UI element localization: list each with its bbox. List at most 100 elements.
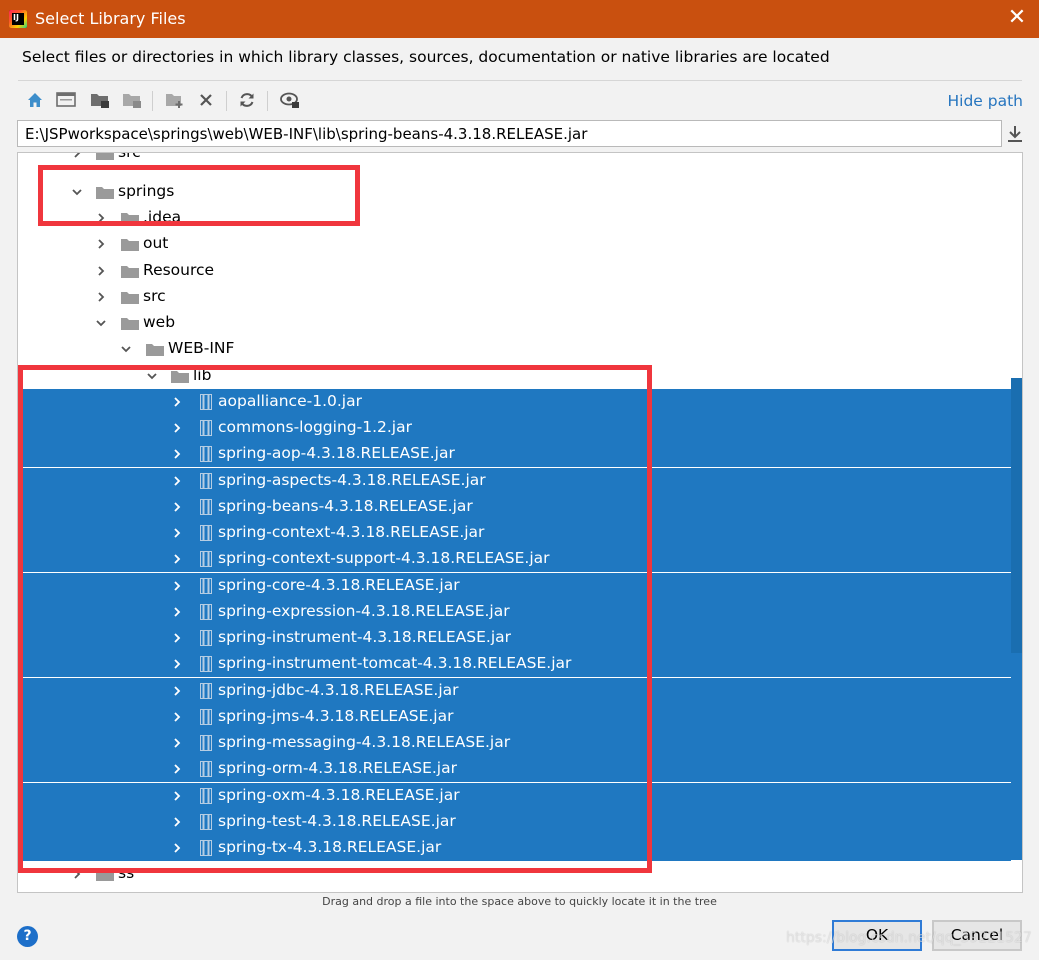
tree-item-label: spring-aop-4.3.18.RELEASE.jar (218, 444, 455, 462)
tree-row-src[interactable]: src (18, 284, 1011, 310)
tree-item-label: .idea (143, 208, 182, 226)
chevron-right-icon[interactable] (170, 552, 184, 566)
tree-item-label: aopalliance-1.0.jar (218, 392, 362, 410)
tree-item-label: spring-aspects-4.3.18.RELEASE.jar (218, 471, 486, 489)
folder-icon (121, 318, 139, 330)
tree-row-springs[interactable]: springs (18, 179, 1011, 205)
chevron-right-icon[interactable] (170, 447, 184, 461)
jar-archive-icon (200, 473, 212, 489)
chevron-right-icon[interactable] (170, 605, 184, 619)
tree-row[interactable]: src (18, 152, 1011, 166)
delete-icon[interactable] (195, 89, 217, 111)
tree-row-jar[interactable]: spring-jms-4.3.18.RELEASE.jar (18, 704, 1011, 730)
selection-extension (1011, 653, 1022, 860)
file-tree[interactable]: src springs .idea out Resource src web W… (17, 152, 1023, 893)
tree-row-jar[interactable]: spring-test-4.3.18.RELEASE.jar (18, 809, 1011, 835)
chevron-right-icon[interactable] (170, 526, 184, 540)
chevron-right-icon[interactable] (170, 395, 184, 409)
new-folder-icon[interactable] (164, 89, 186, 111)
tree-row-out[interactable]: out (18, 231, 1011, 257)
tree-row-jar[interactable]: spring-orm-4.3.18.RELEASE.jar (18, 756, 1011, 782)
chevron-down-icon[interactable] (94, 316, 108, 330)
chevron-right-icon[interactable] (170, 736, 184, 750)
tree-row-jar[interactable]: spring-oxm-4.3.18.RELEASE.jar (18, 783, 1011, 809)
chevron-right-icon[interactable] (170, 684, 184, 698)
chevron-right-icon[interactable] (94, 264, 108, 278)
folder-icon (96, 187, 114, 199)
chevron-right-icon[interactable] (170, 789, 184, 803)
tree-item-label: spring-jms-4.3.18.RELEASE.jar (218, 707, 454, 725)
jar-archive-icon (200, 814, 212, 830)
path-input[interactable] (18, 121, 1001, 146)
folder-icon (146, 344, 164, 356)
watermark: https://blog.csdn.net/qq_39221527 (786, 930, 1032, 946)
chevron-right-icon[interactable] (170, 631, 184, 645)
jar-archive-icon (200, 420, 212, 436)
tree-row[interactable]: ss (18, 861, 1011, 887)
tree-row-jar[interactable]: spring-jdbc-4.3.18.RELEASE.jar (18, 678, 1011, 704)
tree-row-jar[interactable]: spring-aop-4.3.18.RELEASE.jar (18, 441, 1011, 467)
module-folder-icon[interactable] (121, 89, 143, 111)
folder-icon (96, 153, 114, 160)
tree-item-label: spring-instrument-tomcat-4.3.18.RELEASE.… (218, 654, 572, 672)
chevron-down-icon[interactable] (119, 342, 133, 356)
tree-item-label: spring-messaging-4.3.18.RELEASE.jar (218, 733, 511, 751)
tree-row-webinf[interactable]: WEB-INF (18, 336, 1011, 362)
home-icon[interactable] (24, 89, 46, 111)
chevron-right-icon[interactable] (170, 841, 184, 855)
chevron-down-icon[interactable] (145, 369, 159, 383)
tree-item-label: springs (118, 182, 175, 200)
tree-row-web[interactable]: web (18, 310, 1011, 336)
tree-item-label: web (143, 313, 176, 331)
chevron-right-icon[interactable] (94, 211, 108, 225)
chevron-right-icon[interactable] (170, 421, 184, 435)
drag-drop-hint: Drag and drop a file into the space abov… (322, 895, 717, 908)
tree-item-label: spring-context-support-4.3.18.RELEASE.ja… (218, 549, 550, 567)
chevron-right-icon[interactable] (170, 710, 184, 724)
tree-item-label: src (143, 287, 166, 305)
tree-row-jar[interactable]: spring-expression-4.3.18.RELEASE.jar (18, 599, 1011, 625)
tree-row-idea[interactable]: .idea (18, 205, 1011, 231)
tree-row-jar[interactable]: spring-instrument-tomcat-4.3.18.RELEASE.… (18, 651, 1011, 677)
chevron-right-icon[interactable] (94, 237, 108, 251)
tree-row-jar[interactable]: spring-instrument-4.3.18.RELEASE.jar (18, 625, 1011, 651)
tree-row-resource[interactable]: Resource (18, 258, 1011, 284)
chevron-right-icon[interactable] (170, 815, 184, 829)
chevron-right-icon[interactable] (170, 657, 184, 671)
chevron-right-icon[interactable] (170, 579, 184, 593)
jar-archive-icon (200, 761, 212, 777)
project-folder-icon[interactable] (89, 89, 111, 111)
desktop-icon[interactable] (55, 89, 77, 111)
tree-row-jar[interactable]: spring-messaging-4.3.18.RELEASE.jar (18, 730, 1011, 756)
chevron-down-icon[interactable] (70, 185, 84, 199)
help-button[interactable]: ? (17, 926, 38, 947)
chevron-right-icon[interactable] (170, 500, 184, 514)
separator (18, 80, 1022, 81)
chevron-right-icon[interactable] (70, 152, 84, 160)
chevron-right-icon[interactable] (170, 474, 184, 488)
hide-path-link[interactable]: Hide path (947, 92, 1023, 110)
vertical-scrollbar-thumb[interactable] (1011, 378, 1022, 653)
tree-row-jar[interactable]: spring-context-4.3.18.RELEASE.jar (18, 520, 1011, 546)
tree-row-jar[interactable]: spring-core-4.3.18.RELEASE.jar (18, 573, 1011, 599)
show-hidden-icon[interactable] (279, 89, 301, 111)
chevron-right-icon[interactable] (94, 290, 108, 304)
folder-icon (121, 266, 139, 278)
tree-row-jar[interactable]: spring-tx-4.3.18.RELEASE.jar (18, 835, 1011, 861)
folder-icon (121, 292, 139, 304)
tree-row-jar[interactable]: spring-beans-4.3.18.RELEASE.jar (18, 494, 1011, 520)
download-icon[interactable] (1006, 124, 1024, 144)
tree-row-jar[interactable]: spring-aspects-4.3.18.RELEASE.jar (18, 468, 1011, 494)
tree-item-label: out (143, 234, 169, 252)
jar-archive-icon (200, 709, 212, 725)
tree-row-jar[interactable]: aopalliance-1.0.jar (18, 389, 1011, 415)
close-icon[interactable]: ✕ (1005, 6, 1029, 30)
chevron-right-icon[interactable] (170, 762, 184, 776)
toolbar-separator (152, 91, 153, 111)
tree-row-lib[interactable]: lib (18, 363, 1011, 389)
refresh-icon[interactable] (236, 89, 258, 111)
tree-row-jar[interactable]: commons-logging-1.2.jar (18, 415, 1011, 441)
tree-row-jar[interactable]: spring-context-support-4.3.18.RELEASE.ja… (18, 546, 1011, 572)
jar-archive-icon (200, 788, 212, 804)
chevron-right-icon[interactable] (70, 867, 84, 881)
